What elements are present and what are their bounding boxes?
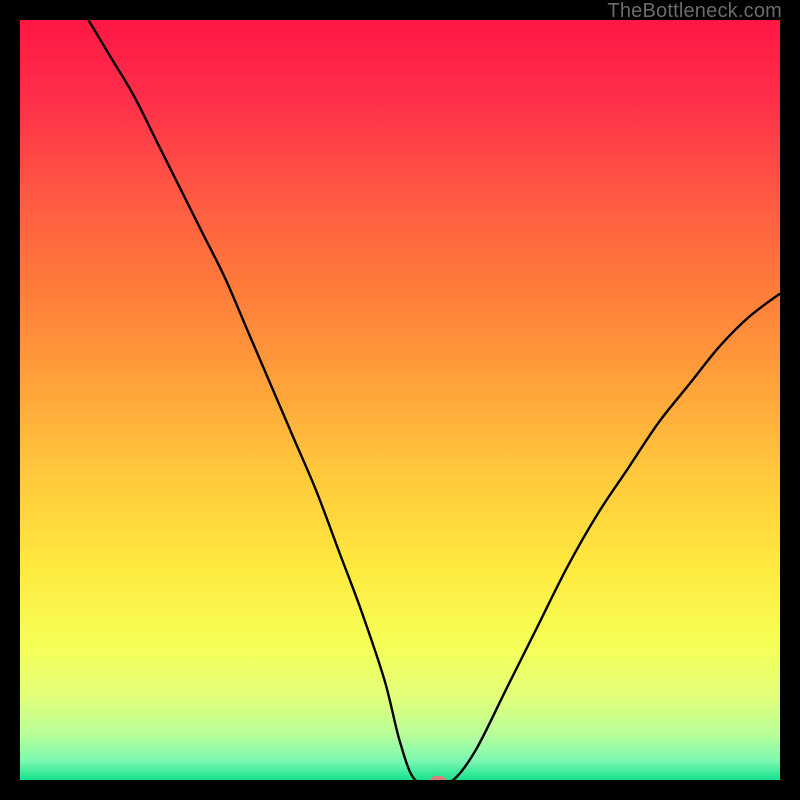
bottleneck-curve [88,20,780,780]
curve-layer [20,20,780,780]
chart-stage: TheBottleneck.com [0,0,800,800]
optimal-marker [430,776,446,780]
plot-area [20,20,780,780]
